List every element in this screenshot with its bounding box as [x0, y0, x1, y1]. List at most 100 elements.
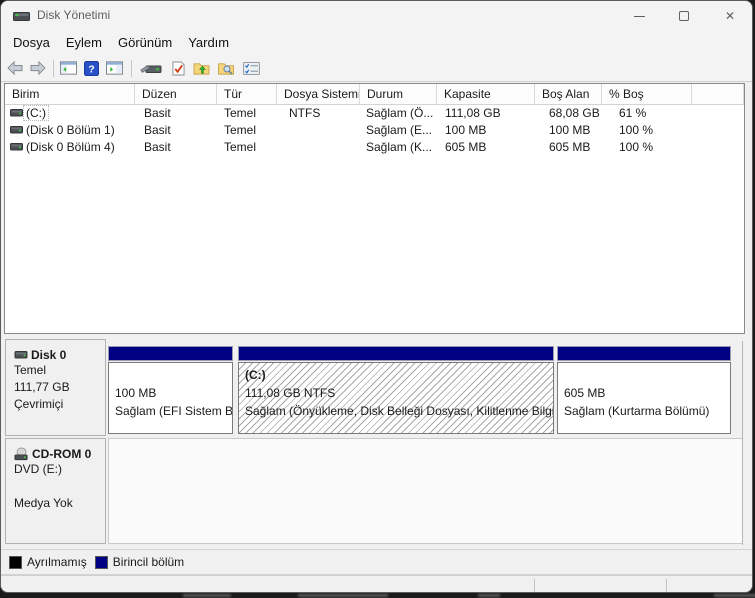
- partition-size: 111,08 GB NTFS: [245, 386, 336, 400]
- title-bar[interactable]: Disk Yönetimi ✕: [1, 1, 752, 31]
- legend-primary-swatch: [94, 555, 108, 569]
- status-separator: [666, 579, 667, 592]
- menu-item-eylem[interactable]: Eylem: [66, 35, 102, 50]
- maximize-button[interactable]: [662, 1, 706, 31]
- cdrom-label-panel[interactable]: CD-ROM 0 DVD (E:) Medya Yok: [5, 438, 106, 544]
- minimize-button[interactable]: [617, 1, 661, 31]
- disk0-status: Çevrimiçi: [14, 397, 64, 411]
- disk0-label-panel[interactable]: Disk 0 Temel 111,77 GB Çevrimiçi: [5, 339, 106, 436]
- show-console-tree-button[interactable]: [58, 59, 78, 77]
- close-icon: ✕: [724, 9, 736, 23]
- column-header-bos-alan[interactable]: Boş Alan: [535, 84, 602, 104]
- cell-bos-alan: 68,08 GB: [549, 106, 600, 120]
- partition-status: Sağlam (Önyükleme, Disk Belleği Dosyası,…: [245, 404, 553, 418]
- graph-pane-edge: [742, 341, 743, 545]
- folder-up-button[interactable]: [191, 59, 211, 77]
- column-header-pct-bos[interactable]: % Boş: [602, 84, 692, 104]
- help-icon: ?: [83, 60, 99, 76]
- cell-tur: Temel: [224, 106, 257, 120]
- background-window-fragment: [478, 594, 500, 597]
- cell-kapasite: 605 MB: [445, 140, 487, 154]
- toolbar: ?: [1, 54, 752, 82]
- disk-management-app-icon: [13, 12, 30, 21]
- toolbar-separator: [53, 60, 54, 77]
- partition-size: 605 MB: [564, 386, 606, 400]
- disk0-row: Disk 0 Temel 111,77 GB Çevrimiçi 100 MB …: [4, 339, 745, 436]
- folder-search-icon: [217, 62, 234, 75]
- volume-icon: [10, 126, 23, 134]
- partition-header-bar: [238, 346, 554, 361]
- partition-header-bar: [557, 346, 731, 361]
- partition-header-bar: [108, 346, 233, 361]
- disk-graph-pane: Disk 0 Temel 111,77 GB Çevrimiçi 100 MB …: [4, 339, 745, 547]
- cdrom-icon: [14, 447, 28, 461]
- cdrom-media: DVD (E:): [14, 462, 62, 476]
- console-tree-icon: [59, 61, 77, 75]
- back-button[interactable]: [5, 59, 25, 77]
- column-header-birim[interactable]: Birim: [5, 84, 135, 104]
- details-list-button[interactable]: [241, 59, 261, 77]
- status-separator: [534, 579, 535, 592]
- volume-list-header: Birim Düzen Tür Dosya Sistemi Durum Kapa…: [5, 84, 744, 105]
- cell-pct-bos: 100 %: [619, 123, 654, 137]
- show-action-pane-button[interactable]: [104, 59, 124, 77]
- partition-c[interactable]: (C:) 111,08 GB NTFS Sağlam (Önyükleme, D…: [238, 346, 554, 434]
- forward-button[interactable]: [28, 59, 48, 77]
- disk0-type: Temel: [14, 363, 47, 377]
- cell-dosya-sistemi: NTFS: [289, 106, 321, 120]
- legend-unallocated-swatch: [9, 555, 22, 569]
- cell-bos-alan: 100 MB: [549, 123, 591, 137]
- partition-name: [115, 366, 232, 384]
- partition-status: Sağlam (Kurtarma Bölümü): [564, 404, 710, 418]
- partition-efi[interactable]: 100 MB Sağlam (EFI Sistem Bö: [108, 346, 233, 434]
- toolbar-separator: [131, 60, 132, 77]
- cell-bos-alan: 605 MB: [549, 140, 591, 154]
- legend-bar: Ayrılmamış Birincil bölüm: [1, 549, 752, 575]
- cell-birim: (Disk 0 Bölüm 4): [5, 139, 135, 156]
- close-button[interactable]: ✕: [708, 1, 752, 31]
- cell-tur: Temel: [224, 123, 257, 137]
- folder-up-icon: [193, 62, 209, 75]
- window-title: Disk Yönetimi: [37, 8, 111, 22]
- disk-tool-icon: [140, 64, 162, 73]
- cdrom-name: CD-ROM 0: [32, 447, 92, 461]
- column-header-kapasite[interactable]: Kapasite: [437, 84, 535, 104]
- help-button[interactable]: ?: [81, 59, 101, 77]
- volume-row-c[interactable]: (C:) Basit Temel NTFS Sağlam (Ö... 111,0…: [5, 105, 744, 122]
- cell-duzen: Basit: [144, 140, 171, 154]
- maximize-icon: [679, 11, 689, 21]
- forward-arrow-icon: [30, 61, 46, 75]
- cell-pct-bos: 61 %: [619, 106, 647, 120]
- details-list-icon: [242, 61, 260, 75]
- legend-primary-label: Birincil bölüm: [112, 555, 185, 569]
- cell-birim: (C:): [5, 105, 135, 122]
- volume-row-bolum1[interactable]: (Disk 0 Bölüm 1) Basit Temel Sağlam (E..…: [5, 122, 744, 139]
- disk-icon: [14, 351, 28, 359]
- column-header-duzen[interactable]: Düzen: [135, 84, 217, 104]
- disk-tool-button[interactable]: [139, 59, 163, 77]
- cdrom-row: CD-ROM 0 DVD (E:) Medya Yok: [4, 438, 745, 545]
- svg-text:?: ?: [88, 64, 94, 75]
- partition-size: 100 MB: [115, 386, 157, 400]
- menu-item-yardim[interactable]: Yardım: [188, 35, 229, 50]
- menu-item-dosya[interactable]: Dosya: [13, 35, 50, 50]
- column-header-durum[interactable]: Durum: [360, 84, 437, 104]
- cell-kapasite: 100 MB: [445, 123, 487, 137]
- volume-row-bolum4[interactable]: (Disk 0 Bölüm 4) Basit Temel Sağlam (K..…: [5, 139, 744, 156]
- document-check-button[interactable]: [168, 59, 188, 77]
- cell-durum: Sağlam (E...: [366, 123, 433, 137]
- cell-birim: (Disk 0 Bölüm 1): [5, 122, 135, 139]
- folder-search-button[interactable]: [214, 59, 238, 77]
- menu-bar: Dosya Eylem Görünüm Yardım: [1, 31, 752, 54]
- cell-kapasite: 111,08 GB: [445, 106, 501, 120]
- column-header-dosya-sistemi[interactable]: Dosya Sistemi: [277, 84, 360, 104]
- disk0-size: 111,77 GB: [14, 380, 70, 394]
- cell-durum: Sağlam (K...: [366, 140, 433, 154]
- menu-item-gorunum[interactable]: Görünüm: [118, 35, 172, 50]
- cell-duzen: Basit: [144, 123, 171, 137]
- column-header-tur[interactable]: Tür: [217, 84, 277, 104]
- volume-icon: [10, 109, 23, 117]
- partition-recovery[interactable]: 605 MB Sağlam (Kurtarma Bölümü): [557, 346, 731, 434]
- column-header-blank: [692, 84, 744, 104]
- cdrom-media-area[interactable]: [108, 438, 743, 544]
